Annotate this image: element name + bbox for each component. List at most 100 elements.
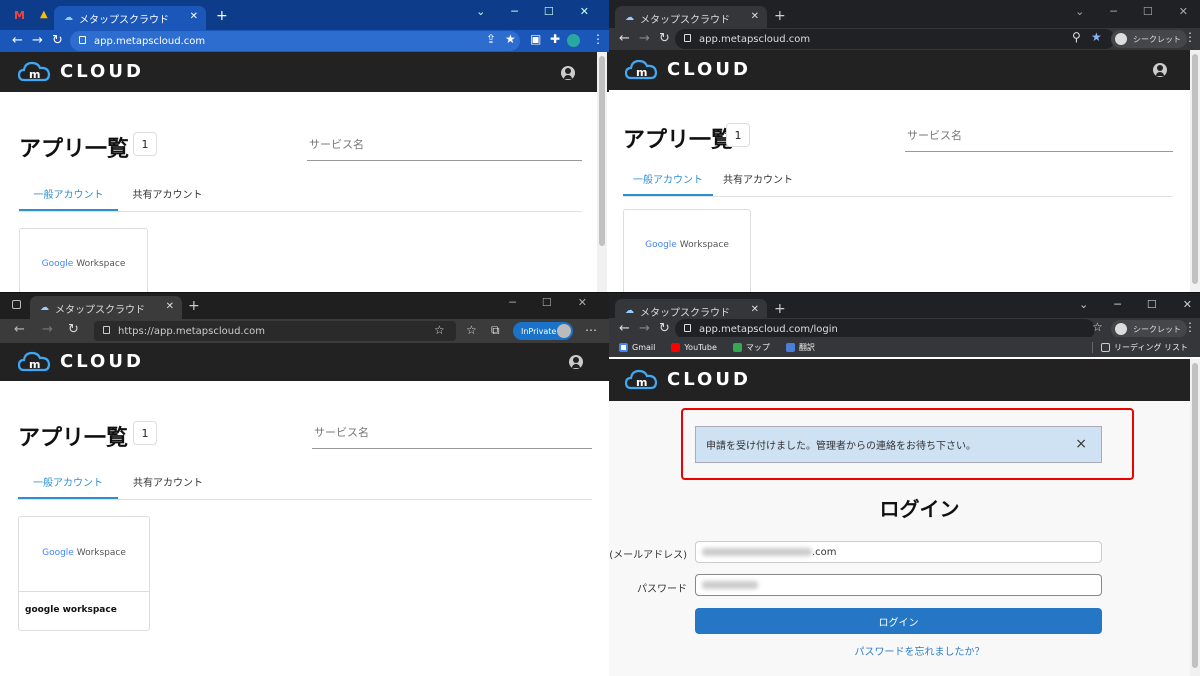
back-icon[interactable]: ← <box>619 31 630 46</box>
user-account-icon[interactable] <box>569 355 583 369</box>
back-icon[interactable]: ← <box>12 33 23 48</box>
svg-text:m: m <box>29 358 40 371</box>
svg-text:m: m <box>636 376 647 389</box>
puzzle-icon[interactable]: ✚ <box>550 32 560 46</box>
maximize-icon[interactable]: ☐ <box>544 5 554 18</box>
tab-general-account[interactable]: 一般アカウント <box>623 171 713 196</box>
extension-icon[interactable]: ▣ <box>530 32 541 46</box>
back-icon[interactable]: ← <box>619 321 630 336</box>
incognito-badge[interactable]: シークレット <box>1111 30 1187 48</box>
new-tab-button[interactable]: + <box>188 298 200 314</box>
tab-metaps-cloud[interactable]: ☁ メタップスクラウド ✕ <box>615 6 767 30</box>
minimize-icon[interactable]: ─ <box>1114 298 1121 311</box>
new-tab-button[interactable]: + <box>216 8 228 24</box>
email-field[interactable]: .com <box>695 541 1102 563</box>
favorites-icon[interactable]: ☆ <box>466 323 477 337</box>
close-tab-icon[interactable]: ✕ <box>751 11 759 22</box>
metaps-cloud-logo[interactable]: m CLOUD <box>625 368 751 390</box>
close-window-icon[interactable]: ✕ <box>580 5 589 18</box>
incognito-badge[interactable]: シークレット <box>1111 320 1187 338</box>
forward-icon[interactable]: → <box>32 33 43 48</box>
profile-avatar <box>557 324 571 338</box>
password-field[interactable] <box>695 574 1102 596</box>
service-search-input[interactable]: サービス名 <box>312 424 592 449</box>
tab-shared-account[interactable]: 共有アカウント <box>118 186 217 211</box>
minimize-icon[interactable]: ─ <box>1110 5 1117 18</box>
app-card-google-workspace[interactable]: Google Workspace <box>623 209 751 292</box>
maximize-icon[interactable]: ☐ <box>542 296 552 309</box>
address-bar[interactable]: app.metapscloud.com/login <box>675 319 1095 339</box>
chevron-down-icon[interactable]: ⌄ <box>476 5 485 18</box>
new-tab-button[interactable]: + <box>774 8 786 24</box>
menu-kebab-icon[interactable]: ⋮ <box>1184 320 1196 334</box>
login-button[interactable]: ログイン <box>695 608 1102 634</box>
profile-avatar[interactable] <box>567 34 580 47</box>
drive-icon[interactable]: ▲ <box>40 9 48 20</box>
close-tab-icon[interactable]: ✕ <box>190 11 198 22</box>
forward-icon[interactable]: → <box>639 321 650 336</box>
bookmark-gmail[interactable]: Gmail <box>619 342 655 352</box>
zoom-icon[interactable]: ⚲ <box>1072 30 1081 44</box>
share-icon[interactable]: ⇪ <box>486 32 496 46</box>
reload-icon[interactable]: ↻ <box>68 322 79 337</box>
bookmark-star-icon[interactable]: ★ <box>505 32 516 46</box>
scrollbar[interactable] <box>1190 359 1200 676</box>
chevron-down-icon[interactable]: ⌄ <box>1075 5 1084 18</box>
tab-general-account[interactable]: 一般アカウント <box>19 186 118 211</box>
close-window-icon[interactable]: ✕ <box>1179 5 1188 18</box>
scrollbar[interactable] <box>1190 50 1200 292</box>
reload-icon[interactable]: ↻ <box>52 33 63 48</box>
address-bar[interactable]: app.metapscloud.com <box>675 29 1115 49</box>
forward-icon[interactable]: → <box>639 31 650 46</box>
reload-icon[interactable]: ↻ <box>659 31 670 46</box>
bookmark-translate[interactable]: 翻訳 <box>785 342 815 353</box>
minimize-icon[interactable]: ─ <box>509 296 516 309</box>
menu-kebab-icon[interactable]: ⋮ <box>1184 30 1196 44</box>
forward-icon[interactable]: → <box>42 322 53 337</box>
cloud-logo-icon: m <box>625 59 658 80</box>
tab-metaps-cloud[interactable]: ☁ メタップスクラウド ✕ <box>54 6 206 30</box>
tab-shared-account[interactable]: 共有アカウント <box>118 474 218 499</box>
youtube-icon <box>671 342 681 352</box>
new-tab-button[interactable]: + <box>774 301 786 317</box>
bookmark-maps[interactable]: マップ <box>732 342 770 353</box>
scrollbar[interactable] <box>597 52 607 292</box>
address-bar[interactable]: https://app.metapscloud.com <box>94 321 456 341</box>
maximize-icon[interactable]: ☐ <box>1147 298 1157 311</box>
menu-more-icon[interactable]: ⋯ <box>585 323 597 337</box>
service-search-input[interactable]: サービス名 <box>307 136 582 161</box>
bookmark-star-icon[interactable]: ★ <box>1091 30 1102 44</box>
add-favorite-icon[interactable]: ☆ <box>434 323 445 337</box>
close-tab-icon[interactable]: ✕ <box>166 301 174 312</box>
tab-shared-account[interactable]: 共有アカウント <box>713 171 803 196</box>
close-window-icon[interactable]: ✕ <box>1183 298 1192 311</box>
menu-kebab-icon[interactable]: ⋮ <box>592 32 604 46</box>
inprivate-badge[interactable]: InPrivate <box>513 322 573 340</box>
forgot-password-link[interactable]: パスワードを忘れましたか？ <box>609 643 1200 658</box>
metaps-cloud-logo[interactable]: m CLOUD <box>18 60 144 82</box>
app-card-google-workspace[interactable]: Google Workspace <box>19 228 148 292</box>
back-icon[interactable]: ← <box>14 322 25 337</box>
metaps-cloud-logo[interactable]: m CLOUD <box>18 350 144 372</box>
metaps-cloud-logo[interactable]: m CLOUD <box>625 58 751 80</box>
gmail-icon[interactable]: M <box>14 9 25 22</box>
close-tab-icon[interactable]: ✕ <box>751 304 759 315</box>
close-window-icon[interactable]: ✕ <box>578 296 587 309</box>
tab-actions-icon[interactable] <box>12 300 21 309</box>
address-bar[interactable]: app.metapscloud.com <box>70 31 520 51</box>
app-card-google-workspace[interactable]: Google Workspace google workspace <box>18 516 150 631</box>
bookmark-star-icon[interactable]: ☆ <box>1092 320 1103 334</box>
bookmark-youtube[interactable]: YouTube <box>671 342 717 352</box>
tab-metaps-cloud[interactable]: ☁ メタップスクラウド ✕ <box>30 296 182 320</box>
collections-icon[interactable]: ⧉ <box>491 323 500 338</box>
reload-icon[interactable]: ↻ <box>659 321 670 336</box>
incognito-icon <box>1115 33 1127 45</box>
reading-list-button[interactable]: リーディング リスト <box>1092 341 1188 353</box>
service-search-input[interactable]: サービス名 <box>905 127 1173 152</box>
minimize-icon[interactable]: ─ <box>511 5 518 18</box>
chevron-down-icon[interactable]: ⌄ <box>1079 298 1088 311</box>
user-account-icon[interactable] <box>1153 63 1167 77</box>
tab-general-account[interactable]: 一般アカウント <box>18 474 118 499</box>
maximize-icon[interactable]: ☐ <box>1143 5 1153 18</box>
user-account-icon[interactable] <box>561 66 575 80</box>
